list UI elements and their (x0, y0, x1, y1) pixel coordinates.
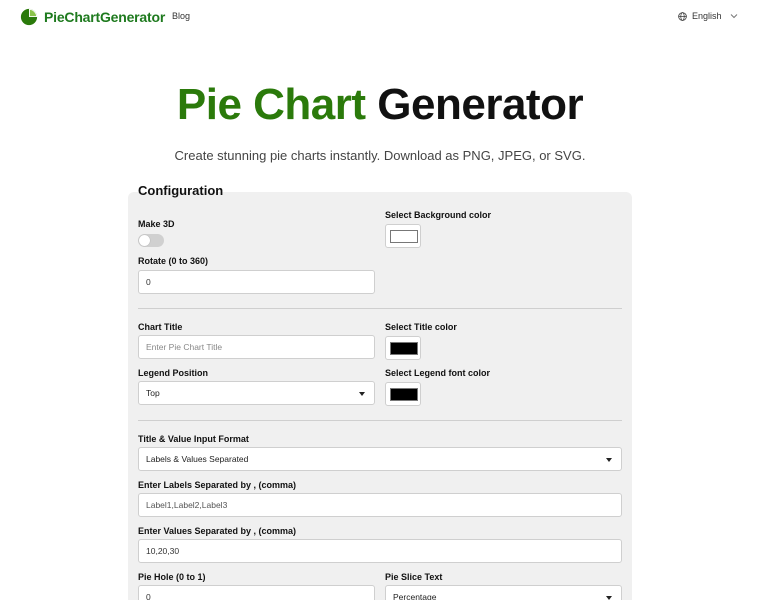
make-3d-toggle[interactable] (138, 234, 164, 247)
section-divider (138, 308, 622, 309)
labels-input[interactable]: Label1,Label2,Label3 (138, 493, 622, 517)
legend-font-color-label: Select Legend font color (385, 368, 491, 378)
rotate-input[interactable]: 0 (138, 270, 375, 294)
title-color-picker[interactable] (385, 336, 421, 360)
toggle-knob (139, 235, 150, 246)
values-label: Enter Values Separated by , (comma) (138, 526, 297, 536)
language-selector[interactable]: English (678, 11, 738, 21)
slice-text-label: Pie Slice Text (385, 572, 443, 582)
input-format-value: Labels & Values Separated (146, 454, 249, 464)
title-color-label: Select Title color (385, 322, 457, 332)
input-format-label: Title & Value Input Format (138, 434, 249, 444)
logo-link[interactable]: PieChartGenerator (20, 8, 165, 26)
slice-text-select[interactable]: Percentage (385, 585, 622, 600)
legend-font-color-swatch (390, 388, 418, 401)
background-color-swatch (390, 230, 418, 243)
input-format-select[interactable]: Labels & Values Separated (138, 447, 622, 471)
legend-position-label: Legend Position (138, 368, 209, 378)
labels-label: Enter Labels Separated by , (comma) (138, 480, 297, 490)
site-header: PieChartGenerator Blog English (0, 0, 760, 34)
slice-text-value: Percentage (393, 592, 437, 600)
page-subtitle: Create stunning pie charts instantly. Do… (174, 148, 586, 163)
pie-chart-logo-icon (20, 8, 38, 26)
logo-text: PieChartGenerator (44, 9, 166, 25)
chart-title-input[interactable]: Enter Pie Chart Title (138, 335, 375, 359)
values-input[interactable]: 10,20,30 (138, 539, 622, 563)
rotate-label: Rotate (0 to 360) (138, 256, 209, 266)
language-label: English (692, 11, 722, 21)
make-3d-label: Make 3D (138, 219, 175, 229)
caret-down-icon (359, 392, 365, 396)
legend-position-value: Top (146, 388, 160, 398)
section-divider (138, 420, 622, 421)
chart-title-label: Chart Title (138, 322, 183, 332)
pie-hole-label: Pie Hole (0 to 1) (138, 572, 206, 582)
legend-position-select[interactable]: Top (138, 381, 375, 405)
nav-blog-link[interactable]: Blog (172, 11, 190, 21)
background-color-picker[interactable] (385, 224, 421, 248)
title-green-part: Pie Chart (176, 80, 366, 129)
configuration-heading: Configuration (138, 183, 224, 198)
pie-hole-input[interactable]: 0 (138, 585, 375, 600)
caret-down-icon (606, 458, 612, 462)
background-color-label: Select Background color (385, 210, 492, 220)
title-color-swatch (390, 342, 418, 355)
globe-icon (678, 11, 687, 21)
chevron-down-icon (730, 14, 737, 19)
legend-font-color-picker[interactable] (385, 382, 421, 406)
caret-down-icon (606, 596, 612, 600)
page-title: Pie Chart Generator (0, 80, 760, 130)
title-black-part: Generator (377, 80, 584, 129)
